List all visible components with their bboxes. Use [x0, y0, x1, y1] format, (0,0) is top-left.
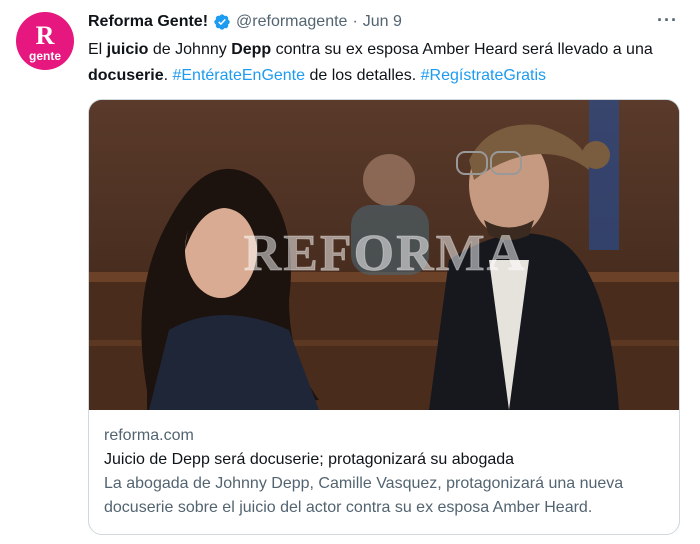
display-name[interactable]: Reforma Gente!	[88, 13, 208, 31]
hashtag-link[interactable]: #EntérateEnGente	[172, 67, 305, 84]
text-segment: contra su ex esposa Amber Heard será lle…	[271, 41, 653, 58]
text-segment: del actor contra su ex esposa Amber Hear…	[275, 499, 593, 516]
text-bold-segment: juicio	[106, 41, 149, 58]
card-title: Juicio de Depp será docuserie; protagoni…	[104, 451, 515, 468]
avatar-subtitle: gente	[28, 48, 61, 63]
text-bold-segment: Depp	[231, 41, 272, 58]
card-description: La abogada de Johnny Depp, Camille Vasqu…	[104, 472, 674, 520]
watermark: REFORMA	[244, 225, 527, 282]
text-segment: de los detalles.	[305, 67, 421, 84]
tweet-header: Reforma Gente! @reformagente · Jun 9	[88, 12, 402, 32]
card-photo[interactable]: REFORMA	[89, 100, 679, 410]
card-body[interactable]: reforma.com Juicio de Depp será docuseri…	[104, 424, 674, 520]
more-options-icon[interactable]: ···	[657, 10, 678, 31]
text-bold-segment: docuserie	[88, 67, 164, 84]
avatar[interactable]: R gente	[16, 12, 74, 70]
text-segment: El	[88, 41, 107, 58]
avatar-letter: R	[35, 20, 55, 50]
tweet-date[interactable]: Jun 9	[363, 13, 402, 31]
text-segment: de Johnny	[148, 41, 232, 58]
text-bold-segment: juicio	[239, 499, 276, 516]
handle[interactable]: @reformagente	[236, 13, 347, 31]
card-domain: reforma.com	[104, 427, 194, 444]
verified-badge-icon	[213, 13, 231, 31]
link-card[interactable]: REFORMA reforma.com Juicio de Depp será …	[88, 99, 680, 535]
tweet-text: El juicio de Johnny Depp contra su ex es…	[88, 37, 668, 89]
tweet[interactable]: R gente Reforma Gente! @reformagente · J…	[0, 0, 700, 544]
hashtag-link[interactable]: #RegístrateGratis	[421, 67, 546, 84]
separator-dot: ·	[352, 13, 358, 30]
